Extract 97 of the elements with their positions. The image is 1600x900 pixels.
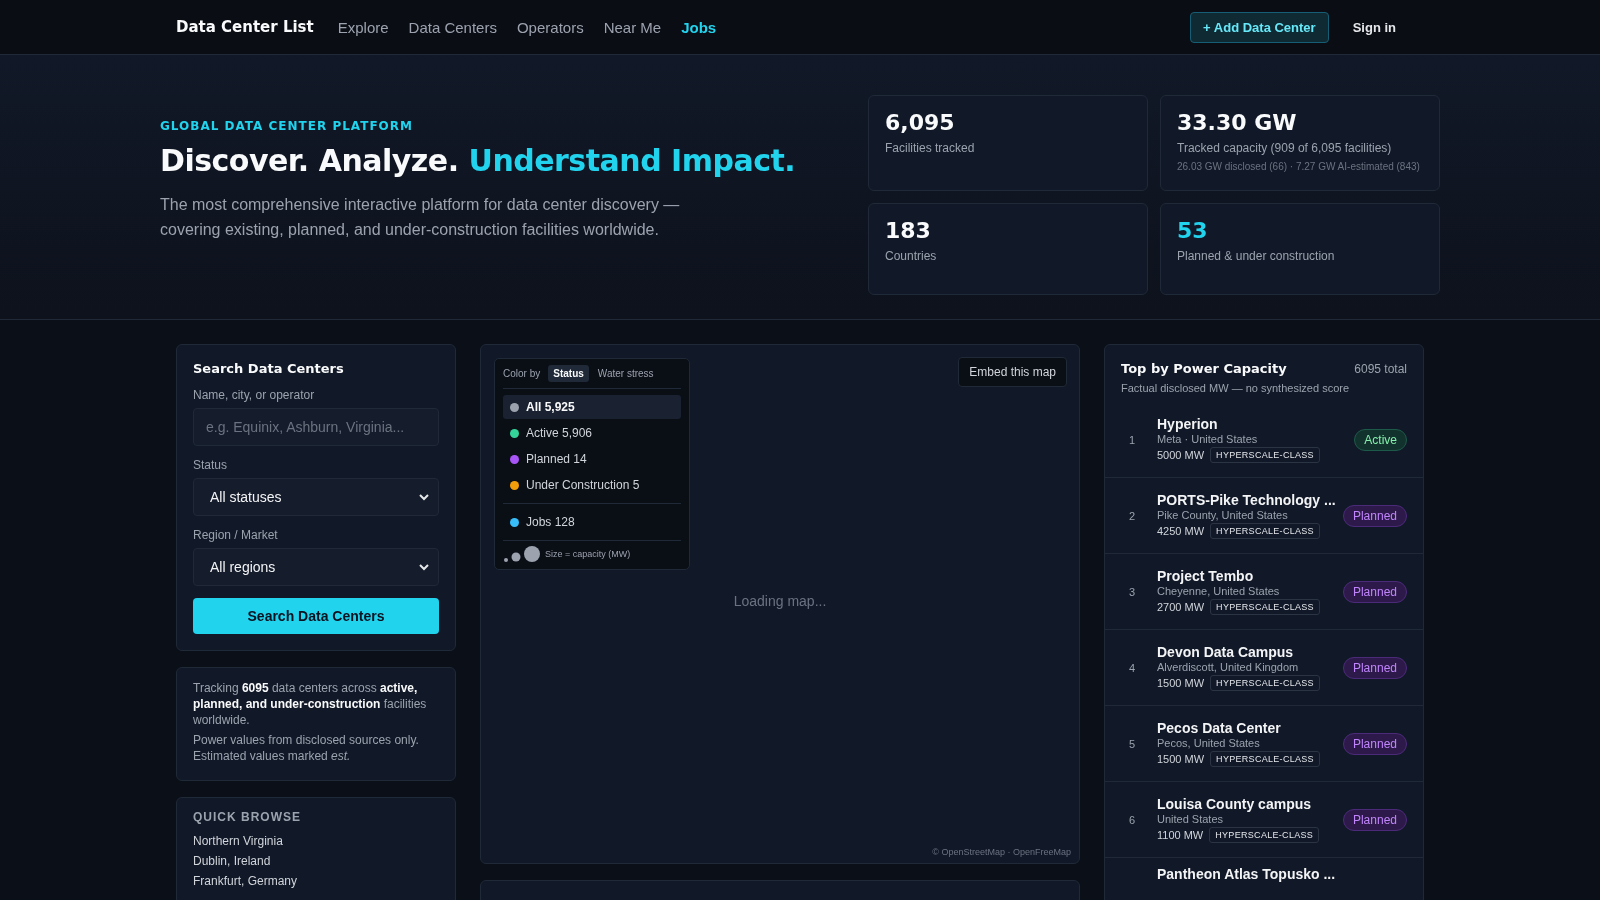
power-value: 5000 MW <box>1157 449 1205 461</box>
facility-row[interactable]: 6 Louisa County campus United States 1100 MW HYPERSCALE-CLASS Planned <box>1105 782 1423 858</box>
facility-row[interactable]: 3 Project Tembo Cheyenne, United States 2700 MW HYPERSCALE-CLASS Planned <box>1105 554 1423 630</box>
rank-number: 5 <box>1129 737 1136 750</box>
rank-number: 3 <box>1129 585 1136 598</box>
quick-browse-link[interactable]: Northern Virginia <box>193 834 439 848</box>
nav-link[interactable]: Data Centers <box>408 18 497 36</box>
legend-item[interactable]: Active 5,906 <box>503 421 681 445</box>
total-count: 6095 total <box>1354 361 1407 376</box>
loading-text: Loading map... <box>732 593 828 609</box>
power-value: 2700 MW <box>1157 601 1205 613</box>
search-button[interactable]: Search Data Centers <box>193 598 439 634</box>
facility-name: Devon Data Campus <box>1157 644 1295 660</box>
rank-number: 6 <box>1129 813 1136 826</box>
brand-logo[interactable]: Data Center List <box>176 18 314 36</box>
status-badge: Planned <box>1342 656 1407 679</box>
facility-location: Pecos, United States <box>1157 737 1261 749</box>
facility-name: Project Tembo <box>1157 568 1255 584</box>
facility-name: PORTS-Pike Technology ... <box>1157 492 1335 508</box>
rank-number: 1 <box>1129 433 1136 446</box>
status-badge: Planned <box>1342 580 1407 603</box>
facility-name: Pecos Data Center <box>1157 720 1282 736</box>
hero-title-accent: Understand Impact. <box>468 143 796 178</box>
facility-row[interactable]: 1 Hyperion Meta · United States 5000 MW HYPERSCALE-CLASS Active <box>1105 402 1423 478</box>
nav-link[interactable]: Jobs <box>681 18 717 36</box>
power-value: 1500 MW <box>1157 677 1205 689</box>
power-value: 1500 MW <box>1157 753 1205 765</box>
tracking-summary: Tracking 6095 data centers across active, planned, and under-construction facilities worldwide. <box>193 680 428 728</box>
sign-in-link[interactable]: Sign in <box>1352 19 1396 35</box>
status-badge: Planned <box>1342 732 1407 755</box>
rank-number: 4 <box>1129 661 1136 674</box>
status-badge: Planned <box>1342 504 1407 527</box>
facility-name: Hyperion <box>1157 416 1219 432</box>
quick-browse-link[interactable]: Dublin, Ireland <box>193 854 439 868</box>
field-label: Name, city, or operator <box>193 388 316 402</box>
facility-location: Cheyenne, United States <box>1157 585 1281 597</box>
power-note: Power values from disclosed sources only. Estimated values marked est. <box>193 732 420 764</box>
nav-link[interactable]: Near Me <box>603 18 662 36</box>
class-tag: HYPERSCALE-CLASS <box>1210 675 1320 691</box>
facility-row[interactable]: 5 Pecos Data Center Pecos, United States 1500 MW HYPERSCALE-CLASS Planned <box>1105 706 1423 782</box>
class-tag: HYPERSCALE-CLASS <box>1210 599 1320 615</box>
facility-row[interactable]: 4 Devon Data Campus Alverdiscott, United Kingdom 1500 MW HYPERSCALE-CLASS Planned <box>1105 630 1423 706</box>
facility-name: Louisa County campus <box>1157 796 1313 812</box>
embed-map-button[interactable]: Embed this map <box>958 357 1067 387</box>
power-value: 1100 MW <box>1157 829 1204 841</box>
legend-item[interactable]: Planned 14 <box>503 447 681 471</box>
class-tag: HYPERSCALE-CLASS <box>1209 827 1320 843</box>
add-data-center-button[interactable]: + Add Data Center <box>1190 11 1329 43</box>
stat-label: Tracked capacity (909 of 6,095 facilities) <box>1177 141 1393 155</box>
hero-description: The most comprehensive interactive platform for data center discovery — covering existing, planned, and under-construction facilities worldwide. <box>160 195 680 240</box>
status-badge: Active <box>1354 428 1407 451</box>
hero-title: Discover. Analyze. <box>160 143 459 178</box>
stat-value: 6,095 <box>885 110 956 135</box>
nav-link[interactable]: Explore <box>337 18 389 36</box>
panel-title: Search Data Centers <box>193 361 345 376</box>
legend-item[interactable]: Under Construction 5 <box>503 473 681 497</box>
status-badge: Planned <box>1342 808 1407 831</box>
eyebrow-text: GLOBAL DATA CENTER PLATFORM <box>160 119 414 133</box>
panel-title: Top by Power Capacity <box>1121 361 1287 376</box>
stat-label: Planned & under construction <box>1177 249 1336 263</box>
facility-location: Pike County, United States <box>1157 509 1289 521</box>
region-dropdown[interactable]: All regions <box>193 548 439 586</box>
stat-note: 26.03 GW disclosed (66) · 7.27 GW AI-estimated (843) <box>1177 161 1421 172</box>
facility-location: Meta · United States <box>1157 433 1259 445</box>
panel-subtitle: Factual disclosed MW — no synthesized score <box>1120 381 1351 396</box>
quick-browse-link[interactable]: Frankfurt, Germany <box>193 874 439 888</box>
facility-row[interactable]: Pantheon Atlas Topusko ... <box>1105 858 1423 900</box>
legend-item[interactable]: Jobs 128 <box>503 510 681 534</box>
rank-number: 2 <box>1129 509 1136 522</box>
nav-link[interactable]: Operators <box>516 18 584 36</box>
power-value: 4250 MW <box>1157 525 1205 537</box>
facility-row[interactable]: 2 PORTS-Pike Technology ... Pike County, United States 4250 MW HYPERSCALE-CLASS Planned <box>1105 478 1423 554</box>
color-by-tab[interactable]: Status <box>548 365 589 382</box>
size-legend-label: Size = capacity (MW) <box>545 549 631 559</box>
stat-value: 33.30 GW <box>1177 110 1298 135</box>
chevron-down-icon <box>418 493 430 501</box>
color-by-label: Color by <box>503 368 541 379</box>
facility-location: Alverdiscott, United Kingdom <box>1157 661 1300 673</box>
size-circles-icon <box>503 545 541 563</box>
stat-value: 53 <box>1177 218 1209 243</box>
section-title: QUICK BROWSE <box>193 810 302 824</box>
color-by-tab[interactable]: Water stress <box>592 365 659 382</box>
search-field[interactable]: e.g. Equinix, Ashburn, Virginia... <box>193 408 439 446</box>
stat-label: Countries <box>885 249 938 263</box>
chevron-down-icon <box>418 563 430 571</box>
legend-item[interactable]: All 5,925 <box>503 395 681 419</box>
facility-location: United States <box>1157 813 1225 825</box>
stat-value: 183 <box>885 218 932 243</box>
field-label: Status <box>193 458 229 472</box>
class-tag: HYPERSCALE-CLASS <box>1210 447 1320 463</box>
stat-label: Facilities tracked <box>885 141 976 155</box>
map-attribution: © OpenStreetMap · OpenFreeMap <box>932 847 1071 857</box>
facility-name: Pantheon Atlas Topusko ... <box>1157 866 1337 882</box>
status-dropdown[interactable]: All statuses <box>193 478 439 516</box>
class-tag: HYPERSCALE-CLASS <box>1210 523 1320 539</box>
field-label: Region / Market <box>193 528 279 542</box>
class-tag: HYPERSCALE-CLASS <box>1210 751 1320 767</box>
